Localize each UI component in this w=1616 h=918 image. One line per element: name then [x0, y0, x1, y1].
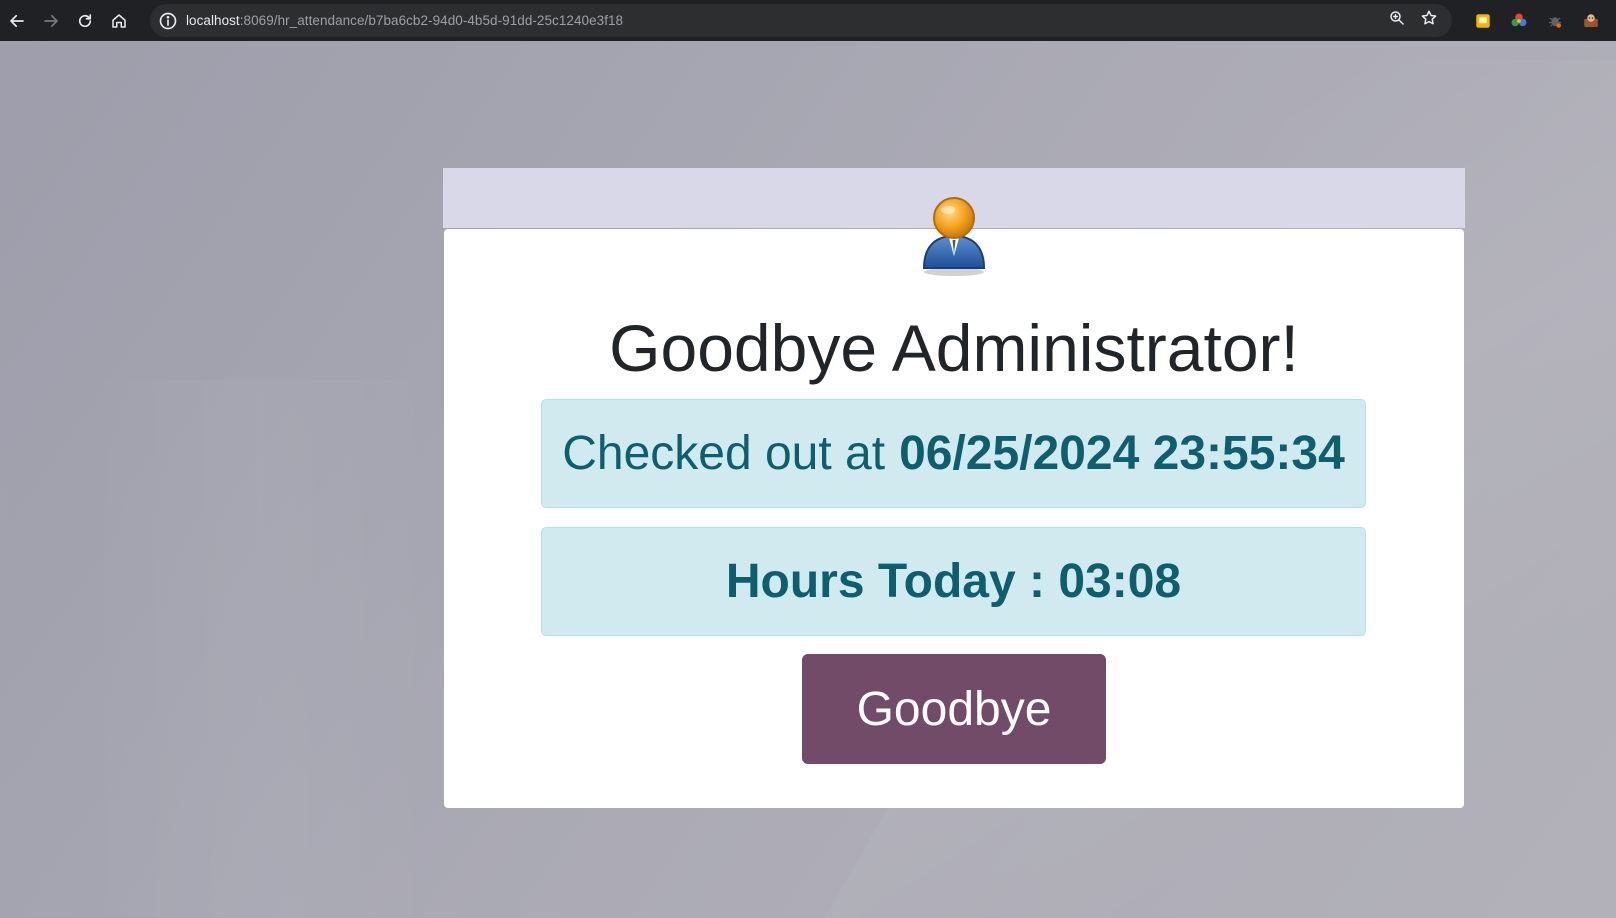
arrow-right-icon	[44, 14, 58, 27]
zoom-icon	[1390, 11, 1404, 25]
extension-button[interactable]	[1537, 0, 1573, 41]
url-host: localhost	[186, 13, 240, 28]
info-circle-icon	[159, 12, 177, 29]
extension-button[interactable]	[1573, 0, 1609, 41]
monkey-extension-icon	[1584, 13, 1598, 27]
hours-today-text: Hours Today : 03:08	[725, 555, 1182, 608]
user-avatar-icon	[922, 197, 986, 276]
arrow-left-icon	[10, 14, 24, 27]
checked-out-time: 06/25/2024 23:55:34	[899, 427, 1345, 480]
url-text[interactable]: localhost:8069/hr_attendance/b7ba6cb2-94…	[186, 13, 623, 28]
home-button[interactable]	[102, 4, 136, 38]
color-wheel-extension-icon	[1511, 13, 1527, 26]
home-icon	[112, 13, 126, 28]
site-info-button[interactable]	[158, 11, 178, 31]
reload-icon	[78, 13, 92, 27]
forward-button[interactable]	[34, 4, 68, 38]
browser-toolbar: localhost:8069/hr_attendance/b7ba6cb2-94…	[0, 0, 1616, 41]
star-icon	[1421, 10, 1437, 25]
bookmark-button[interactable]	[1420, 9, 1438, 32]
extension-button[interactable]	[1501, 0, 1537, 41]
yellow-note-extension-icon	[1476, 13, 1490, 28]
greeting-title: Goodbye Administrator!	[609, 311, 1299, 385]
checked-out-info: Checked out at 06/25/2024 23:55:34	[541, 399, 1366, 508]
goodbye-button[interactable]: Goodbye	[802, 654, 1106, 764]
zoom-button[interactable]	[1388, 9, 1406, 32]
hours-today-info: Hours Today : 03:08	[541, 527, 1366, 636]
background-shape	[80, 380, 440, 918]
bug-extension-icon	[1549, 16, 1561, 28]
checked-out-label: Checked out at	[562, 427, 886, 480]
extension-button[interactable]	[1465, 0, 1501, 41]
reload-button[interactable]	[68, 4, 102, 38]
url-path: :8069/hr_attendance/b7ba6cb2-94d0-4b5d-9…	[239, 13, 624, 28]
back-button[interactable]	[0, 4, 34, 38]
address-bar[interactable]: localhost:8069/hr_attendance/b7ba6cb2-94…	[150, 4, 1452, 37]
extensions-area	[1465, 0, 1609, 41]
